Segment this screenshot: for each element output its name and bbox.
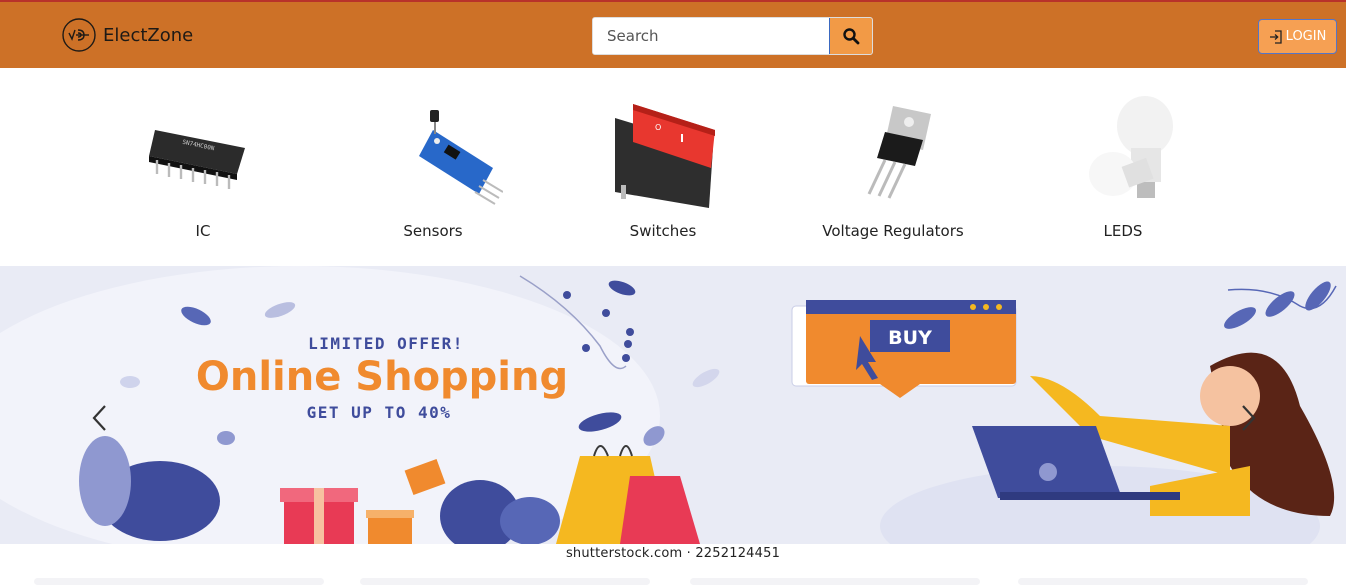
search-button[interactable] (829, 18, 872, 54)
category-switches[interactable]: O Switches (563, 90, 763, 240)
login-label: LOGIN (1285, 29, 1327, 44)
brand[interactable]: ElectZone (62, 17, 193, 53)
login-button[interactable]: LOGIN (1258, 19, 1337, 54)
category-label: Switches (629, 222, 697, 240)
content-hint (360, 578, 650, 585)
svg-text:O: O (655, 123, 661, 132)
wave-logo-icon (62, 18, 96, 52)
banner-watermark: shutterstock.com · 2252124451 (565, 546, 781, 561)
content-hint (690, 578, 980, 585)
banner-headline-text: Online Shopping (196, 354, 568, 400)
led-bulb-image: LED (1089, 96, 1173, 198)
search-bar (592, 17, 873, 55)
rocker-switch-image: O (615, 104, 715, 208)
content-hint (1018, 578, 1308, 585)
search-icon (843, 28, 860, 45)
category-label: Voltage Regulators (822, 222, 964, 240)
banner-discount-text: GET UP TO 40% (307, 403, 452, 422)
category-label: Sensors (403, 222, 463, 240)
category-leds[interactable]: LED LEDS (1023, 90, 1223, 240)
category-strip: SN74HC00N IC Sensors O Switches Voltage … (0, 68, 1346, 266)
promo-carousel: LIMITED OFFER! Online Shopping GET UP TO… (0, 266, 1346, 544)
ic-chip-image: SN74HC00N (149, 130, 245, 189)
category-ic[interactable]: SN74HC00N IC (103, 90, 303, 240)
chevron-right-icon[interactable] (1236, 400, 1260, 436)
banner-offer-text: LIMITED OFFER! (308, 334, 464, 353)
promo-banner-image: LIMITED OFFER! Online Shopping GET UP TO… (0, 266, 1337, 544)
buy-badge-text: BUY (888, 327, 932, 349)
voltage-regulator-image (867, 106, 931, 199)
content-hint (34, 578, 324, 585)
category-label: IC (195, 222, 211, 240)
category-voltage-regulators[interactable]: Voltage Regulators (793, 90, 993, 240)
category-label: LEDS (1103, 222, 1143, 240)
sensor-module-image (419, 110, 503, 205)
search-input[interactable] (593, 18, 831, 54)
navbar: ElectZone LOGIN (0, 0, 1346, 68)
category-sensors[interactable]: Sensors (333, 90, 533, 240)
sign-in-icon (1269, 29, 1282, 44)
brand-name: ElectZone (103, 24, 194, 46)
chevron-left-icon[interactable] (88, 400, 112, 436)
